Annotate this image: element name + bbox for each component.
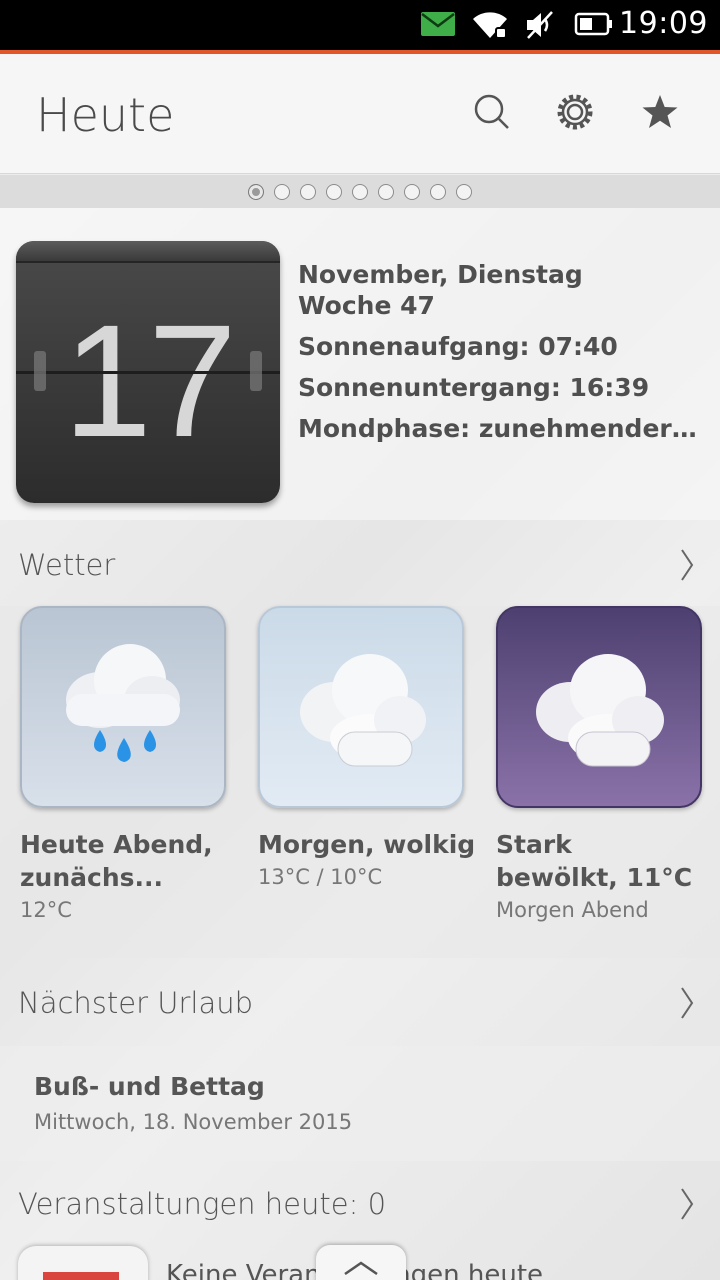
weather-title: Heute Abend, zunächs...	[20, 830, 213, 892]
overcast-night-icon	[498, 654, 700, 806]
header: Heute	[0, 54, 720, 174]
chevron-right-icon	[680, 986, 694, 1024]
sunrise: Sonnenaufgang: 07:40	[298, 332, 618, 361]
section-title: Nächster Urlaub	[18, 986, 254, 1020]
bottom-edge-handle[interactable]	[316, 1245, 406, 1280]
week-number: Woche 47	[298, 291, 435, 320]
day-number: 17	[63, 291, 237, 470]
page-dot[interactable]	[274, 183, 290, 200]
favorites-button[interactable]	[638, 92, 682, 136]
chevron-up-icon	[343, 1260, 379, 1280]
clock: 19:09	[619, 6, 708, 41]
weather-subtitle: Morgen Abend	[496, 898, 649, 922]
weather-tile[interactable]	[496, 606, 702, 808]
holiday-header[interactable]: Nächster Urlaub	[0, 960, 720, 1046]
calendar-date-icon: 17	[16, 241, 280, 503]
today-scope[interactable]: 17 November, Dienstag Woche 47 Sonnenauf…	[0, 208, 720, 1280]
weather-subtitle: 13°C / 10°C	[258, 865, 383, 889]
events-header[interactable]: Veranstaltungen heute: 0	[0, 1161, 720, 1247]
day-card[interactable]: 17 November, Dienstag Woche 47 Sonnenauf…	[0, 208, 720, 520]
wifi-icon	[472, 10, 508, 44]
holiday-date: Mittwoch, 18. November 2015	[34, 1110, 353, 1134]
weather-caption: Morgen, wolkig 13°C / 10°C	[258, 828, 488, 889]
status-bar: 19:09	[0, 0, 720, 54]
sunset: Sonnenuntergang: 16:39	[298, 373, 650, 402]
holiday-item[interactable]: Buß- und Bettag Mittwoch, 18. November 2…	[0, 1046, 720, 1161]
cloudy-icon	[260, 654, 462, 806]
page-dot[interactable]	[326, 183, 342, 200]
weather-caption: Stark bewölkt, 11°C Morgen Abend	[496, 828, 720, 922]
page-indicator	[0, 175, 720, 208]
date-weekday: November, Dienstag	[298, 260, 583, 289]
weather-caption: Heute Abend, zunächs... 12°C	[20, 828, 250, 922]
search-icon	[473, 93, 511, 135]
battery-icon	[574, 10, 614, 42]
chevron-right-icon	[680, 1187, 694, 1225]
weather-title: Stark bewölkt, 11°C	[496, 830, 693, 892]
gear-icon	[555, 92, 595, 136]
page-dot[interactable]	[352, 183, 368, 200]
page-dot[interactable]	[430, 183, 446, 200]
mail-icon	[420, 10, 456, 42]
section-title: Veranstaltungen heute: 0	[18, 1187, 387, 1221]
chevron-right-icon	[680, 548, 694, 586]
weather-title: Morgen, wolkig	[258, 830, 476, 859]
page-dot[interactable]	[248, 183, 264, 200]
calendar-app-icon	[18, 1246, 148, 1280]
page-dot[interactable]	[456, 183, 472, 200]
weather-subtitle: 12°C	[20, 898, 72, 922]
weather-tile[interactable]	[258, 606, 464, 808]
moon-phase: Mondphase: zunehmender …	[298, 414, 698, 443]
weather-header[interactable]: Wetter	[0, 522, 720, 608]
page-title: Heute	[36, 88, 175, 142]
holiday-name: Buß- und Bettag	[34, 1072, 265, 1101]
page-dot[interactable]	[404, 183, 420, 200]
settings-button[interactable]	[553, 92, 597, 136]
weather-tile[interactable]	[20, 606, 226, 808]
search-button[interactable]	[470, 92, 514, 136]
mute-icon	[524, 10, 556, 44]
section-title: Wetter	[18, 548, 116, 582]
rain-cloud-icon	[22, 644, 224, 806]
page-dot[interactable]	[378, 183, 394, 200]
day-details: November, Dienstag Woche 47 Sonnenaufgan…	[298, 260, 698, 443]
weather-list: Heute Abend, zunächs... 12°C Morgen, wol…	[0, 606, 720, 958]
star-icon	[640, 92, 680, 136]
page-dot[interactable]	[300, 183, 316, 200]
